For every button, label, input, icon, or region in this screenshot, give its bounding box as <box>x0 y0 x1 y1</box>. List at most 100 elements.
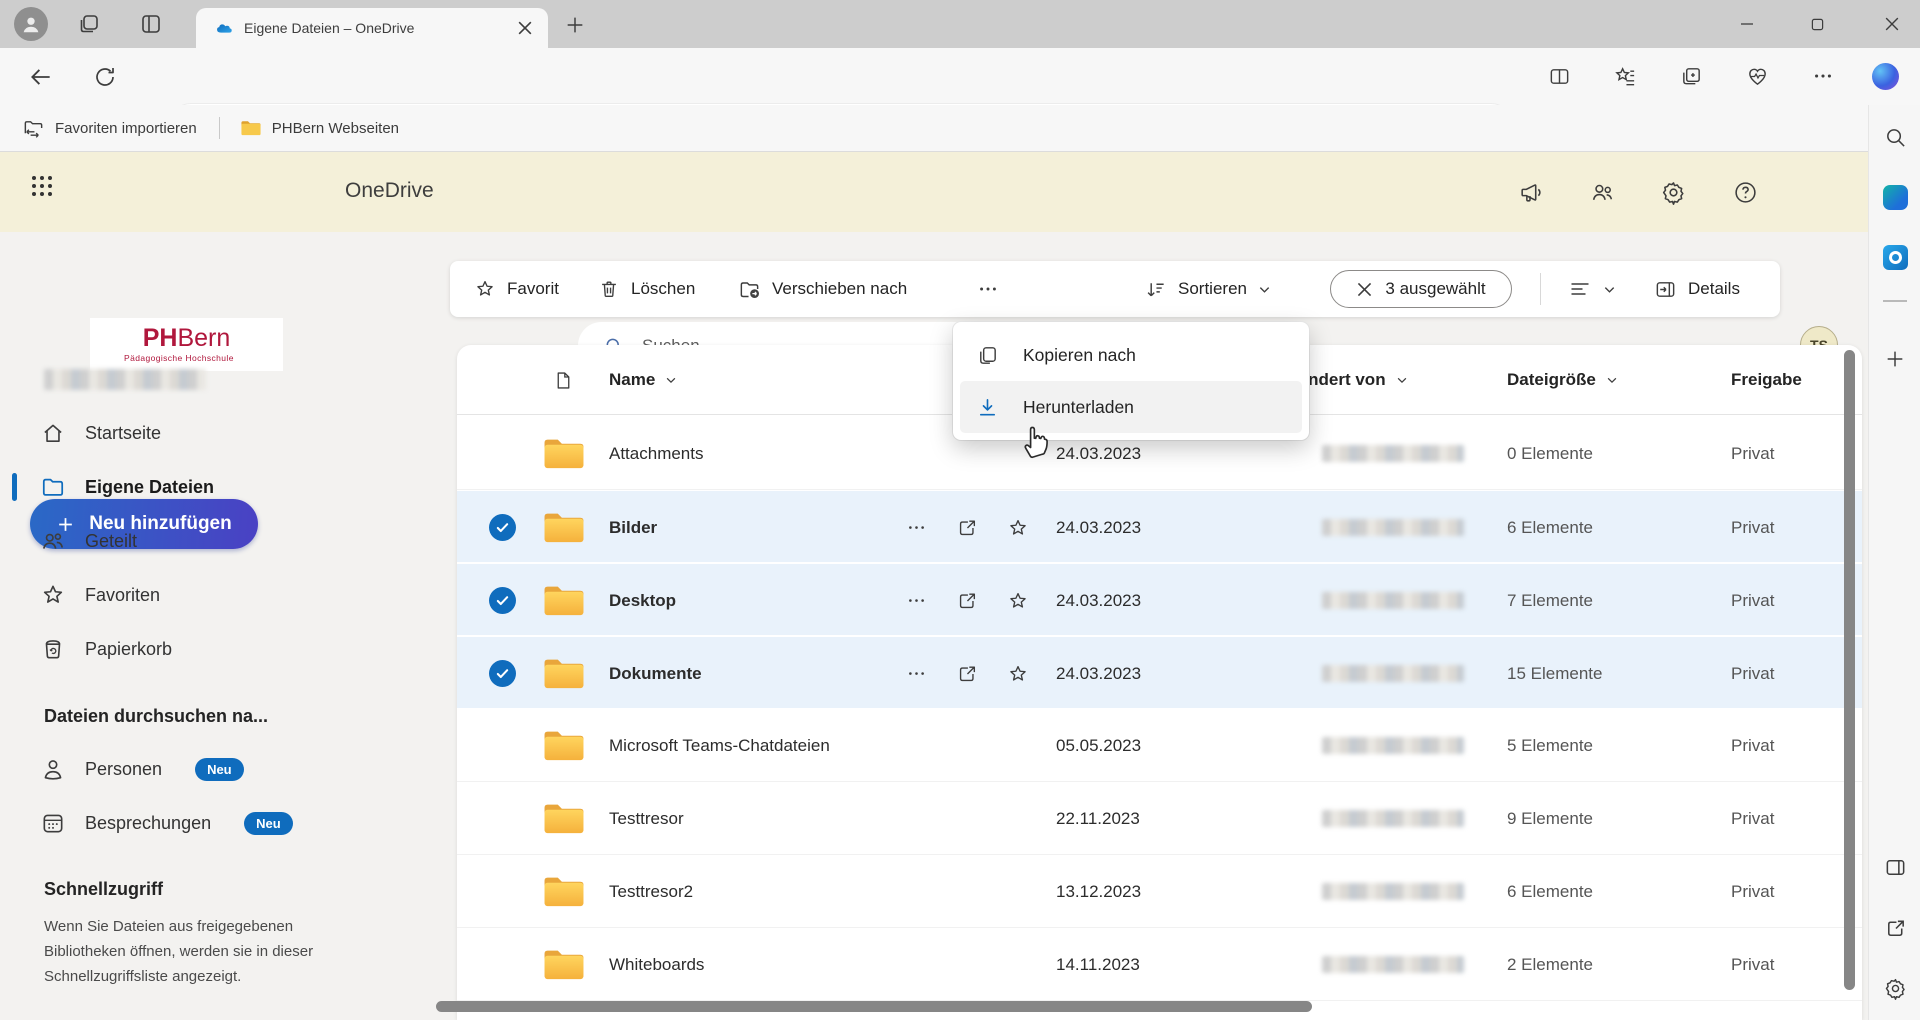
copilot-icon[interactable] <box>1866 57 1904 95</box>
row-favorite-button[interactable] <box>1005 564 1031 637</box>
open-external-icon[interactable] <box>1879 912 1911 944</box>
row-more-actions-button[interactable] <box>903 637 929 710</box>
quick-access-title: Schnellzugriff <box>44 879 163 900</box>
more-commands-button[interactable] <box>968 261 1008 317</box>
browser-address-row: https://phbern365-my.sharepoint.com/pers… <box>0 48 1920 105</box>
table-row[interactable]: Desktop 24.03.2023 7 Elemente <box>457 563 1862 636</box>
modified-by-redacted <box>1322 491 1464 564</box>
table-row[interactable]: Testtresor2 13.12.2023 6 Elemente Privat <box>457 855 1862 928</box>
sidebar-item-besprechungen[interactable]: Besprechungen Neu <box>40 806 293 840</box>
row-favorite-button[interactable] <box>1005 491 1031 564</box>
back-button[interactable] <box>24 60 58 94</box>
sort-button[interactable]: Sortieren <box>1144 261 1271 317</box>
sidebar-settings-gear-icon[interactable] <box>1879 972 1911 1004</box>
new-badge: Neu <box>244 812 293 835</box>
delete-button[interactable]: Löschen <box>598 261 695 317</box>
contacts-icon[interactable] <box>1586 176 1618 208</box>
details-button[interactable]: Details <box>1654 261 1740 317</box>
tab-close-icon[interactable] <box>512 15 538 41</box>
active-tab[interactable]: Eigene Dateien – OneDrive <box>196 8 548 48</box>
sidebar-item-favoriten[interactable]: Favoriten <box>40 578 160 612</box>
row-share-button[interactable] <box>954 637 980 710</box>
sidebar-username-redacted <box>44 369 206 390</box>
modified-by-redacted <box>1322 928 1464 1001</box>
copy-icon <box>976 344 999 367</box>
row-share-button[interactable] <box>954 491 980 564</box>
toolbar-divider <box>1540 273 1541 305</box>
settings-gear-icon[interactable] <box>1657 176 1689 208</box>
column-type-icon[interactable] <box>553 345 574 415</box>
column-header-name[interactable]: Name <box>609 345 677 415</box>
sidebar-panel-icon[interactable] <box>1879 851 1911 883</box>
tab-groups-icon[interactable] <box>76 11 102 37</box>
app-launcher-waffle-icon[interactable] <box>22 166 62 206</box>
column-header-size[interactable]: Dateigröße <box>1507 345 1618 415</box>
row-favorite-button[interactable] <box>1005 637 1031 710</box>
sidebar-item-eigene-dateien[interactable]: Eigene Dateien <box>40 470 214 504</box>
split-screen-icon[interactable] <box>1543 59 1575 93</box>
megaphone-icon[interactable] <box>1514 176 1546 208</box>
onedrive-cloud-icon <box>212 17 234 39</box>
bookmark-folder-phbern[interactable]: PHBern Webseiten <box>240 118 399 138</box>
file-name[interactable]: Testtresor2 <box>609 855 693 928</box>
refresh-button[interactable] <box>88 60 122 94</box>
column-header-sharing[interactable]: Freigabe <box>1731 345 1802 415</box>
workspaces-icon[interactable] <box>138 11 164 37</box>
folder-icon <box>541 709 587 782</box>
file-name[interactable]: Microsoft Teams-Chatdateien <box>609 709 830 782</box>
window-close-button[interactable] <box>1864 0 1920 48</box>
import-favorites-button[interactable]: Favoriten importieren <box>22 117 197 140</box>
file-name[interactable]: Attachments <box>609 417 704 490</box>
menu-item-copy-to[interactable]: Kopieren nach <box>960 329 1302 381</box>
sidebar-section-browse: Dateien durchsuchen na... <box>44 706 268 727</box>
file-size: 15 Elemente <box>1507 637 1602 710</box>
bookmark-label: Favoriten importieren <box>55 120 197 137</box>
file-name[interactable]: Whiteboards <box>609 928 704 1001</box>
selected-check-icon[interactable] <box>489 514 516 541</box>
browser-essentials-icon[interactable] <box>1741 59 1773 93</box>
move-to-button[interactable]: Verschieben nach <box>738 261 907 317</box>
collections-icon[interactable] <box>1675 59 1707 93</box>
menu-item-download[interactable]: Herunterladen <box>960 381 1302 433</box>
horizontal-scrollbar[interactable] <box>436 1001 1312 1012</box>
selected-count-pill[interactable]: 3 ausgewählt <box>1330 270 1512 308</box>
window-minimize-button[interactable] <box>1724 0 1770 48</box>
window-maximize-button[interactable] <box>1794 0 1840 48</box>
file-name[interactable]: Testtresor <box>609 782 684 855</box>
browser-settings-more-icon[interactable] <box>1807 59 1839 93</box>
command-toolbar: Favorit Löschen Verschieben nach Sortier… <box>450 261 1780 317</box>
vertical-scrollbar[interactable] <box>1844 350 1855 990</box>
outlook-app-icon[interactable] <box>1879 241 1911 273</box>
favorite-button[interactable]: Favorit <box>474 261 559 317</box>
star-icon <box>474 278 496 300</box>
new-tab-button[interactable] <box>562 12 588 38</box>
favorites-hub-icon[interactable] <box>1609 59 1641 93</box>
dismiss-selection-icon[interactable] <box>1356 281 1373 298</box>
row-more-actions-button[interactable] <box>903 564 929 637</box>
person-icon <box>40 756 66 782</box>
modified-date: 24.03.2023 <box>1056 491 1141 564</box>
sidebar-item-geteilt[interactable]: Geteilt <box>40 524 137 558</box>
table-row[interactable]: Testtresor 22.11.2023 9 Elemente Privat <box>457 782 1862 855</box>
file-name[interactable]: Dokumente <box>609 637 702 710</box>
sidebar-item-papierkorb[interactable]: Papierkorb <box>40 632 172 666</box>
table-row[interactable]: Microsoft Teams-Chatdateien 05.05.2023 5… <box>457 709 1862 782</box>
modified-by-redacted <box>1322 637 1464 710</box>
selected-check-icon[interactable] <box>489 587 516 614</box>
sidebar-item-personen[interactable]: Personen Neu <box>40 752 244 786</box>
sidebar-add-icon[interactable] <box>1879 343 1911 375</box>
view-options-button[interactable] <box>1568 261 1616 317</box>
browser-profile-button[interactable] <box>14 7 48 41</box>
sidebar-item-startseite[interactable]: Startseite <box>40 416 161 450</box>
selected-check-icon[interactable] <box>489 660 516 687</box>
sidebar-search-icon[interactable] <box>1879 121 1911 153</box>
file-name[interactable]: Desktop <box>609 564 676 637</box>
row-share-button[interactable] <box>954 564 980 637</box>
table-row[interactable]: Whiteboards 14.11.2023 2 Elemente Privat <box>457 928 1862 1001</box>
table-row[interactable]: Bilder 24.03.2023 6 Elemente P <box>457 490 1862 563</box>
file-name[interactable]: Bilder <box>609 491 657 564</box>
help-icon[interactable] <box>1729 176 1761 208</box>
table-row[interactable]: Dokumente 24.03.2023 15 Elemente <box>457 636 1862 709</box>
m365-copilot-app-icon[interactable] <box>1879 181 1911 213</box>
row-more-actions-button[interactable] <box>903 491 929 564</box>
